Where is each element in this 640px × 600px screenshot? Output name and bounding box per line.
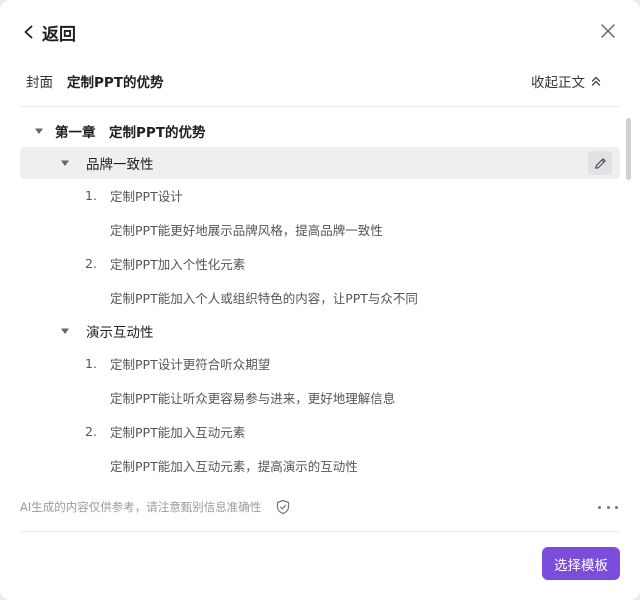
- item-title: 定制PPT设计更符合听众期望: [110, 356, 271, 372]
- item-description: 定制PPT能让听众更容易参与进来，更好地理解信息: [110, 390, 396, 406]
- outline-item-desc[interactable]: 定制PPT能加入个人或组织特色的内容，让PPT与众不同: [20, 281, 620, 313]
- item-title: 定制PPT能加入互动元素: [110, 424, 246, 440]
- outline-item-desc[interactable]: 定制PPT能让听众更容易参与进来，更好地理解信息: [20, 381, 620, 413]
- dialog-header: 返回: [0, 0, 640, 64]
- item-description: 定制PPT能加入个人或组织特色的内容，让PPT与众不同: [110, 290, 418, 306]
- dot-icon: [606, 505, 610, 509]
- outline-section[interactable]: 品牌一致性: [20, 147, 620, 179]
- outline-tree: 第一章 定制PPT的优势 品牌一致性 1. 定制PPT设计 定制PPT能更好地展…: [0, 112, 640, 484]
- item-number: 2.: [85, 255, 97, 271]
- chapter-title: 第一章 定制PPT的优势: [55, 125, 206, 141]
- section-title: 品牌一致性: [86, 157, 154, 173]
- collapse-label: 收起正文: [531, 75, 585, 91]
- double-chevron-up-icon: [591, 76, 601, 86]
- caret-down-icon[interactable]: [60, 158, 70, 168]
- section-title: 演示互动性: [86, 325, 154, 341]
- scrollbar-thumb[interactable]: [626, 118, 631, 180]
- pencil-icon: [594, 157, 606, 169]
- disclaimer-text: AI生成的内容仅供参考，请注意甄别信息准确性: [20, 500, 262, 514]
- caret-down-icon[interactable]: [34, 126, 44, 136]
- close-button[interactable]: [600, 23, 616, 39]
- ai-disclaimer: AI生成的内容仅供参考，请注意甄别信息准确性: [20, 497, 291, 517]
- item-number: 1.: [85, 355, 97, 371]
- item-description: 定制PPT能加入互动元素，提高演示的互动性: [110, 458, 358, 474]
- outline-item[interactable]: 1. 定制PPT设计更符合听众期望: [20, 347, 620, 379]
- chevron-left-icon: [24, 25, 33, 39]
- back-label: 返回: [42, 24, 76, 45]
- back-button[interactable]: 返回: [22, 18, 76, 46]
- outline-dialog: 返回 封面 定制PPT的优势 收起正文 第一章 定制PPT的优势 品牌一致性 1…: [0, 0, 640, 600]
- outline-item[interactable]: 1. 定制PPT设计: [20, 179, 620, 211]
- item-description: 定制PPT能更好地展示品牌风格，提高品牌一致性: [110, 222, 383, 238]
- close-icon: [601, 24, 615, 38]
- select-template-button[interactable]: 选择模板: [542, 547, 620, 580]
- caret-down-icon[interactable]: [60, 326, 70, 336]
- breadcrumb: 封面 定制PPT的优势: [26, 70, 164, 92]
- edit-button[interactable]: [588, 151, 612, 175]
- item-number: 1.: [85, 187, 97, 203]
- item-number: 2.: [85, 423, 97, 439]
- outline-item[interactable]: 2. 定制PPT加入个性化元素: [20, 247, 620, 279]
- breadcrumb-title[interactable]: 定制PPT的优势: [67, 71, 164, 91]
- more-options-button[interactable]: [598, 498, 618, 516]
- dot-icon: [615, 505, 618, 509]
- footer-divider: [20, 531, 620, 532]
- outline-item[interactable]: 2. 定制PPT能加入互动元素: [20, 415, 620, 447]
- collapse-content-button[interactable]: 收起正文: [531, 70, 602, 92]
- dot-icon: [598, 505, 601, 509]
- outline-chapter[interactable]: 第一章 定制PPT的优势: [20, 115, 620, 147]
- item-title: 定制PPT加入个性化元素: [110, 256, 246, 272]
- item-title: 定制PPT设计: [110, 188, 183, 204]
- outline-item-desc[interactable]: 定制PPT能更好地展示品牌风格，提高品牌一致性: [20, 213, 620, 245]
- outline-section[interactable]: 演示互动性: [20, 315, 620, 347]
- breadcrumb-cover[interactable]: 封面: [26, 71, 53, 91]
- outline-item-desc[interactable]: 定制PPT能加入互动元素，提高演示的互动性: [20, 449, 620, 481]
- shield-check-icon[interactable]: [275, 499, 291, 515]
- header-divider: [20, 106, 620, 107]
